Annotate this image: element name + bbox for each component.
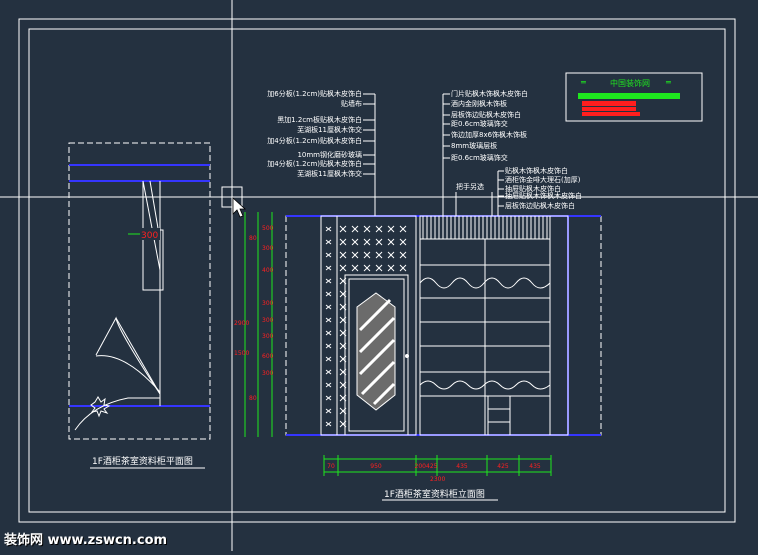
plan-view: 300 bbox=[68, 142, 211, 440]
callout-label: 酒内金刚枫木饰板 bbox=[451, 99, 507, 108]
callout-label: 10mm钢化磨砂玻璃 bbox=[297, 150, 362, 159]
right-callouts-bottom: 贴枫木饰枫木皮饰白酒柜饰金啡大理石(加厚)抽屉贴枫木皮饰白抽屉贴枫木饰枫木皮饰白… bbox=[497, 166, 582, 216]
callout-label: 层板饰边贴枫木皮饰白 bbox=[451, 110, 521, 119]
dim-label: 1500 bbox=[234, 350, 249, 357]
dim-label: 435 bbox=[529, 463, 541, 470]
callout-label: 抽屉贴枫木饰枫木皮饰白 bbox=[505, 191, 582, 200]
mouse-pointer-icon bbox=[232, 197, 247, 218]
callout-label: 门片贴枫木饰枫木皮饰白 bbox=[451, 89, 528, 98]
callout-label: 贴墙布 bbox=[341, 99, 362, 108]
dim-label: 425 bbox=[497, 463, 509, 470]
dim-label: 300 bbox=[262, 370, 274, 377]
elevation-view bbox=[285, 215, 602, 436]
dim-label: 435 bbox=[456, 463, 468, 470]
callout-label: 饰边加厚8x6饰枫木饰板 bbox=[451, 130, 527, 139]
callout-label: 加4分板(1.2cm)贴枫木皮饰白 bbox=[267, 136, 362, 145]
dim-label: 950 bbox=[370, 463, 382, 470]
dim-label: 2900 bbox=[234, 320, 249, 327]
dim-label: 300 bbox=[262, 333, 274, 340]
logo-text: 中国装饰网 bbox=[610, 78, 650, 88]
dim-label: 400 bbox=[262, 267, 274, 274]
dim-label: 300 bbox=[262, 245, 274, 252]
dim-label: 300 bbox=[262, 317, 274, 324]
horizontal-dimensions: 70 950 200425 435 425 435 2300 bbox=[323, 455, 552, 483]
dim-label: 80 bbox=[249, 395, 257, 402]
elevation-title: 1F酒柜茶室资料柜立面图 bbox=[384, 488, 485, 500]
dim-label: 80 bbox=[249, 235, 257, 242]
callout-label: 酒柜饰金啡大理石(加厚) bbox=[505, 175, 581, 184]
callout-label: 距0.6cm玻璃饰交 bbox=[451, 153, 508, 162]
cad-canvas[interactable]: ═ ═ 中国装饰网 300 1F酒柜茶室资料柜平面图 500 80 300 40… bbox=[0, 0, 758, 551]
callout-label: 加6分板(1.2cm)贴枫木皮饰白 bbox=[267, 89, 362, 98]
callout-label: 8mm玻璃层板 bbox=[451, 141, 497, 150]
callout-label: 距0.6cm玻璃饰交 bbox=[451, 119, 508, 128]
dim-label: 200425 bbox=[415, 463, 438, 470]
dim-label: 70 bbox=[327, 463, 335, 470]
callout-label: 黑加1.2cm板贴枫木皮饰白 bbox=[277, 115, 362, 124]
logo-box: ═ ═ 中国装饰网 bbox=[565, 72, 703, 122]
callout-label: 芜湖板11厘枫木饰交 bbox=[297, 169, 362, 178]
plan-dim-label: 300 bbox=[141, 231, 158, 241]
callout-label: 贴枫木饰枫木皮饰白 bbox=[505, 166, 568, 175]
plan-title: 1F酒柜茶室资料柜平面图 bbox=[92, 455, 193, 467]
dim-label: 600 bbox=[262, 353, 274, 360]
hdim-total: 2300 bbox=[430, 476, 445, 483]
watermark: 装饰网 www.zswcn.com bbox=[4, 533, 168, 548]
callout-label: 加4分板(1.2cm)贴枫木皮饰白 bbox=[267, 159, 362, 168]
handle-label: 把手另选 bbox=[456, 182, 484, 191]
svg-text:═: ═ bbox=[580, 78, 586, 87]
svg-text:═: ═ bbox=[665, 78, 671, 87]
dim-label: 500 bbox=[262, 225, 274, 232]
vertical-dimensions: 500 80 300 400 300 300 300 600 300 80 2900 1500 bbox=[234, 212, 274, 437]
callout-label: 层板饰边贴枫木皮饰白 bbox=[505, 201, 575, 210]
dim-label: 300 bbox=[262, 300, 274, 307]
callout-label: 芜湖板11厘枫木饰交 bbox=[297, 125, 362, 134]
cad-drawing: ═ ═ 中国装饰网 300 1F酒柜茶室资料柜平面图 5008030040030… bbox=[0, 0, 758, 551]
